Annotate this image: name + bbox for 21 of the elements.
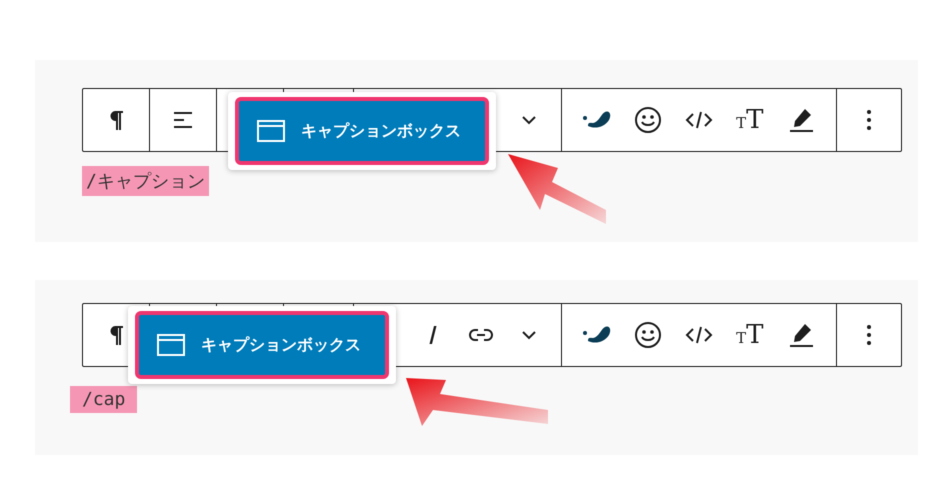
emoji-icon — [634, 106, 662, 134]
italic-icon — [428, 325, 438, 345]
window-icon — [157, 334, 185, 356]
code-icon — [684, 110, 713, 130]
pilcrow-icon — [109, 325, 123, 345]
more-options-icon — [866, 324, 872, 346]
font-size-button[interactable]: TT — [726, 100, 774, 140]
align-icon — [172, 111, 194, 129]
window-icon — [257, 120, 285, 142]
chevron-down-icon — [522, 116, 536, 124]
typed-text: /キャプション — [82, 166, 209, 196]
typed-text: /cap — [70, 386, 138, 413]
code-icon — [684, 325, 713, 345]
link-icon — [469, 328, 493, 342]
emoji-icon — [634, 321, 662, 349]
block-suggestion[interactable]: キャプションボックス — [235, 97, 489, 165]
block-suggestion[interactable]: キャプションボックス — [135, 311, 389, 379]
font-size-button[interactable]: TT — [726, 315, 774, 355]
more-options-icon — [866, 109, 872, 131]
chevron-down-icon — [522, 330, 536, 340]
pilcrow-icon — [109, 110, 123, 130]
